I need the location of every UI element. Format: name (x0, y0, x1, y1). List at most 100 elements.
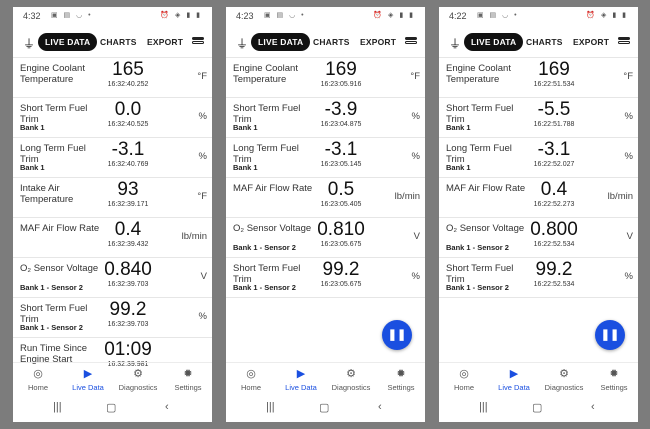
data-row[interactable]: Engine Coolant Temperature 165 16:32:40.… (13, 58, 212, 98)
nav-live-data[interactable]: ▶ Live Data (489, 363, 539, 392)
nav-live-data[interactable]: ▶ Live Data (63, 363, 113, 392)
recent-apps-icon[interactable]: ||| (266, 401, 275, 413)
pid-timestamp: 16:23:04.875 (320, 121, 362, 128)
phone-screen-2: 4:23 ▣ ▤ ◡ • ⏰ ◈ ▮ ▮ ⏚ Live Data Charts … (226, 7, 425, 422)
status-time: 4:23 (236, 11, 254, 21)
data-row[interactable]: Short Term Fuel Trim Bank 1 0.0 16:32:40… (13, 98, 212, 138)
data-row[interactable]: Short Term Fuel Trim Bank 1 - Sensor 2 9… (439, 258, 638, 298)
data-row[interactable]: Engine Coolant Temperature 169 16:23:05.… (226, 58, 425, 98)
nav-home-label: Home (240, 383, 261, 392)
back-icon[interactable]: ‹ (378, 401, 382, 413)
pid-sublabel: Bank 1 - Sensor 2 (233, 283, 296, 292)
pid-value: -3.1 (324, 139, 358, 160)
toggle-icon[interactable] (192, 37, 204, 47)
plug-icon[interactable]: ⏚ (23, 35, 35, 52)
pid-unit: V (200, 271, 207, 282)
pid-unit: lb/min (607, 191, 633, 202)
pid-timestamp: 16:22:51.534 (533, 81, 575, 88)
pid-value: -3.1 (111, 139, 145, 160)
pid-unit: °F (197, 71, 207, 82)
pid-value: 99.2 (322, 259, 360, 280)
pid-value: 0.5 (327, 179, 355, 200)
tab-charts[interactable]: Charts (526, 33, 563, 51)
data-row[interactable]: MAF Air Flow Rate 0.5 16:23:05.405 lb/mi… (226, 178, 425, 218)
tab-export[interactable]: Export (573, 33, 609, 51)
nav-settings[interactable]: ✹ Settings (589, 363, 638, 392)
notification-icons: ▣ ▤ ◡ • (477, 12, 519, 19)
recent-apps-icon[interactable]: ||| (53, 401, 62, 413)
nav-home[interactable]: ◎ Home (13, 363, 63, 392)
tab-live-data[interactable]: Live Data (464, 33, 524, 51)
pid-timestamp: 16:22:52.534 (533, 241, 575, 248)
pid-sublabel: Bank 1 (20, 123, 45, 132)
pid-unit: % (198, 311, 207, 322)
back-icon[interactable]: ‹ (591, 401, 595, 413)
tab-charts[interactable]: Charts (100, 33, 137, 51)
nav-live-data[interactable]: ▶ Live Data (276, 363, 326, 392)
data-row[interactable]: Engine Coolant Temperature 169 16:22:51.… (439, 58, 638, 98)
pid-value: 99.2 (535, 259, 573, 280)
nav-home-label: Home (453, 383, 474, 392)
nav-diagnostics-label: Diagnostics (331, 383, 371, 392)
pid-unit: °F (410, 71, 420, 82)
home-circle-icon[interactable]: ▢ (106, 401, 116, 414)
data-row[interactable]: Short Term Fuel Trim Bank 1 -3.9 16:23:0… (226, 98, 425, 138)
home-circle-icon[interactable]: ▢ (532, 401, 542, 414)
pid-unit: V (626, 231, 633, 242)
pid-timestamp: 16:23:05.916 (320, 81, 362, 88)
back-icon[interactable]: ‹ (165, 401, 169, 413)
pid-timestamp: 16:23:05.675 (320, 241, 362, 248)
pid-value: -3.9 (324, 99, 358, 120)
pid-timestamp: 16:32:40.525 (107, 121, 149, 128)
pid-timestamp: 16:23:05.675 (320, 281, 362, 288)
nav-settings[interactable]: ✹ Settings (163, 363, 212, 392)
nav-diagnostics[interactable]: ⚙ Diagnostics (113, 363, 163, 392)
home-circle-icon[interactable]: ▢ (319, 401, 329, 414)
pid-sublabel: Bank 1 (446, 123, 471, 132)
toggle-icon[interactable] (405, 37, 417, 47)
phone-screen-1: 4:32 ▣ ▤ ◡ • ⏰ ◈ ▮ ▮ ⏚ Live Data Charts … (13, 7, 212, 422)
system-navigation: ||| ▢ ‹ (439, 395, 638, 422)
nav-home[interactable]: ◎ Home (439, 363, 489, 392)
data-row[interactable]: Long Term Fuel Trim Bank 1 -3.1 16:22:52… (439, 138, 638, 178)
plug-icon[interactable]: ⏚ (449, 35, 461, 52)
pid-unit: % (624, 111, 633, 122)
nav-home[interactable]: ◎ Home (226, 363, 276, 392)
data-row[interactable]: MAF Air Flow Rate 0.4 16:32:39.432 lb/mi… (13, 218, 212, 258)
nav-live-data-label: Live Data (72, 383, 104, 392)
data-row[interactable]: Short Term Fuel Trim Bank 1 - Sensor 2 9… (13, 298, 212, 338)
data-row[interactable]: O₂ Sensor Voltage Bank 1 - Sensor 2 0.84… (13, 258, 212, 298)
data-row[interactable]: MAF Air Flow Rate 0.4 16:22:52.273 lb/mi… (439, 178, 638, 218)
data-row[interactable]: Short Term Fuel Trim Bank 1 - Sensor 2 9… (226, 258, 425, 298)
tab-live-data[interactable]: Live Data (38, 33, 98, 51)
toggle-icon[interactable] (618, 37, 630, 47)
tab-live-data[interactable]: Live Data (251, 33, 311, 51)
nav-settings[interactable]: ✹ Settings (376, 363, 425, 392)
nav-diagnostics-label: Diagnostics (544, 383, 584, 392)
status-time: 4:32 (23, 11, 41, 21)
status-time: 4:22 (449, 11, 467, 21)
nav-settings-label: Settings (174, 383, 202, 392)
tab-charts[interactable]: Charts (313, 33, 350, 51)
pid-timestamp: 16:22:52.273 (533, 201, 575, 208)
pid-unit: °F (197, 191, 207, 202)
tab-export[interactable]: Export (147, 33, 183, 51)
recent-apps-icon[interactable]: ||| (479, 401, 488, 413)
pause-button[interactable]: ❚❚ (382, 320, 412, 350)
system-navigation: ||| ▢ ‹ (226, 395, 425, 422)
nav-diagnostics[interactable]: ⚙ Diagnostics (539, 363, 589, 392)
tab-export[interactable]: Export (360, 33, 396, 51)
data-row[interactable]: Long Term Fuel Trim Bank 1 -3.1 16:23:05… (226, 138, 425, 178)
pid-timestamp: 16:32:39.703 (107, 321, 149, 328)
plug-icon[interactable]: ⏚ (236, 35, 248, 52)
nav-diagnostics-label: Diagnostics (118, 383, 158, 392)
data-row[interactable]: O₂ Sensor Voltage Bank 1 - Sensor 2 0.80… (439, 218, 638, 258)
pid-sublabel: Bank 1 (233, 163, 258, 172)
data-row[interactable]: Intake Air Temperature 93 16:32:39.171 °… (13, 178, 212, 218)
data-row[interactable]: O₂ Sensor Voltage Bank 1 - Sensor 2 0.81… (226, 218, 425, 258)
data-row[interactable]: Short Term Fuel Trim Bank 1 -5.5 16:22:5… (439, 98, 638, 138)
pause-button[interactable]: ❚❚ (595, 320, 625, 350)
nav-diagnostics[interactable]: ⚙ Diagnostics (326, 363, 376, 392)
data-row[interactable]: Long Term Fuel Trim Bank 1 -3.1 16:32:40… (13, 138, 212, 178)
pid-sublabel: Bank 1 - Sensor 2 (446, 283, 509, 292)
